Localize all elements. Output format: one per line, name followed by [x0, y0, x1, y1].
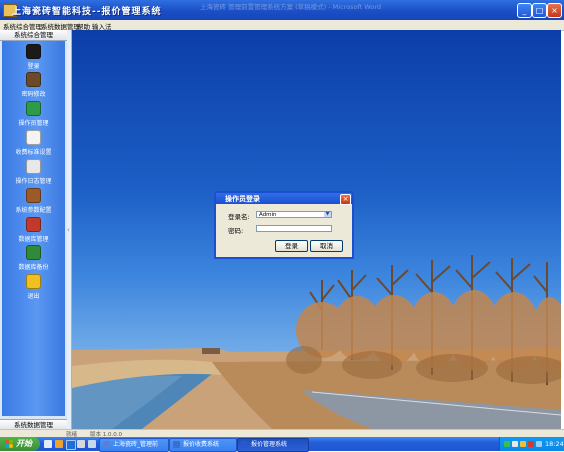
- task-label: 报价收费系统: [183, 441, 220, 448]
- nav-label: 数据库管理: [18, 236, 49, 243]
- task-button-quote-system[interactable]: 报价管理系统: [237, 438, 309, 452]
- log-icon: [26, 159, 41, 174]
- explorer-icon[interactable]: [77, 440, 85, 448]
- quicklaunch-icon[interactable]: [88, 440, 96, 448]
- taskbar: 开始 上海瓷砖_管理前 报价收费系统 报价管理系统 18:24: [0, 437, 564, 452]
- nav-item-database[interactable]: 数据库管理: [2, 217, 65, 243]
- antivirus-icon[interactable]: [528, 441, 534, 447]
- close-button[interactable]: ×: [547, 3, 562, 18]
- clock[interactable]: 18:24: [545, 437, 564, 451]
- task-label: 报价管理系统: [251, 441, 288, 448]
- window-title: 上海瓷砖智能科技--报价管理系统: [12, 7, 162, 17]
- nav-label: 密码修改: [21, 91, 46, 98]
- username-select[interactable]: Admin ▼: [256, 211, 332, 218]
- network-icon[interactable]: [504, 441, 510, 447]
- app-window-icon: [173, 441, 180, 448]
- nav-label: 操作员管理: [18, 120, 49, 127]
- task-button-word[interactable]: 上海瓷砖_管理前: [99, 438, 169, 452]
- username-value: Admin: [259, 212, 277, 218]
- minimize-button[interactable]: _: [517, 3, 532, 18]
- dialog-title-bar[interactable]: 操作员登录 ×: [216, 193, 352, 205]
- start-button[interactable]: 开始: [0, 437, 40, 451]
- nav-label: 登录: [27, 63, 40, 70]
- task-button-fee-system[interactable]: 报价收费系统: [169, 438, 237, 452]
- nav-item-config[interactable]: 系统参数配置: [2, 188, 65, 214]
- task-label: 上海瓷砖_管理前: [113, 441, 159, 448]
- dialog-title: 操作员登录: [225, 195, 260, 203]
- nav-label: 数据库备份: [18, 264, 49, 271]
- database-icon: [26, 217, 41, 232]
- app-window-icon: [241, 441, 248, 448]
- document-icon: [26, 130, 41, 145]
- desktop-icon[interactable]: [44, 440, 52, 448]
- dialog-close-button[interactable]: ×: [340, 194, 351, 205]
- chevron-down-icon[interactable]: ▼: [324, 212, 331, 217]
- nav-item-logs[interactable]: 操作日志管理: [2, 159, 65, 185]
- nav-label: 操作日志管理: [15, 178, 52, 185]
- start-label: 开始: [16, 439, 32, 448]
- folder-icon[interactable]: [55, 440, 63, 448]
- login-dialog: 操作员登录 × 登录名: Admin ▼ 密码: 登录 取消: [214, 191, 354, 259]
- nav-item-exit[interactable]: 退出: [2, 274, 65, 300]
- nav-item-backup[interactable]: 数据库备份: [2, 245, 65, 271]
- nav-item-fee-standards[interactable]: 收费标准设置: [2, 130, 65, 156]
- backup-icon: [26, 245, 41, 260]
- maximize-button[interactable]: □: [532, 3, 547, 18]
- windows-logo-icon: [5, 440, 13, 448]
- login-button[interactable]: 登录: [275, 240, 308, 252]
- browser-icon[interactable]: [66, 440, 76, 450]
- nav-label: 系统参数配置: [15, 207, 52, 214]
- key-icon: [26, 72, 41, 87]
- input-method-icon[interactable]: [536, 441, 542, 447]
- nav-label: 收费标准设置: [15, 149, 52, 156]
- collapse-arrow-icon[interactable]: ‹: [67, 226, 70, 234]
- title-bar[interactable]: 上海瓷砖 管理前置管理系统方案 (草稿模式) - Microsoft Word …: [0, 0, 564, 20]
- background-window-title: 上海瓷砖 管理前置管理系统方案 (草稿模式) - Microsoft Word: [200, 3, 382, 11]
- nav-item-password[interactable]: 密码修改: [2, 72, 65, 98]
- config-icon: [26, 188, 41, 203]
- volume-icon[interactable]: [512, 441, 518, 447]
- operator-icon: [26, 101, 41, 116]
- password-label: 密码:: [228, 227, 244, 235]
- nav-label: 退出: [27, 293, 40, 300]
- nav-item-operators[interactable]: 操作员管理: [2, 101, 65, 127]
- sidebar-header[interactable]: 系统综合管理: [0, 30, 67, 41]
- password-field[interactable]: [256, 225, 332, 232]
- sidebar-nav: 登录 密码修改 操作员管理 收费标准设置 操作日志管理 系统参数配置 数据库管理…: [2, 41, 65, 416]
- username-label: 登录名:: [228, 213, 250, 221]
- system-tray: 18:24: [499, 437, 564, 451]
- word-icon: [103, 441, 110, 448]
- cancel-button[interactable]: 取消: [310, 240, 343, 252]
- security-icon[interactable]: [520, 441, 526, 447]
- exit-icon: [26, 274, 41, 289]
- login-icon: [26, 44, 41, 59]
- nav-item-login[interactable]: 登录: [2, 44, 65, 70]
